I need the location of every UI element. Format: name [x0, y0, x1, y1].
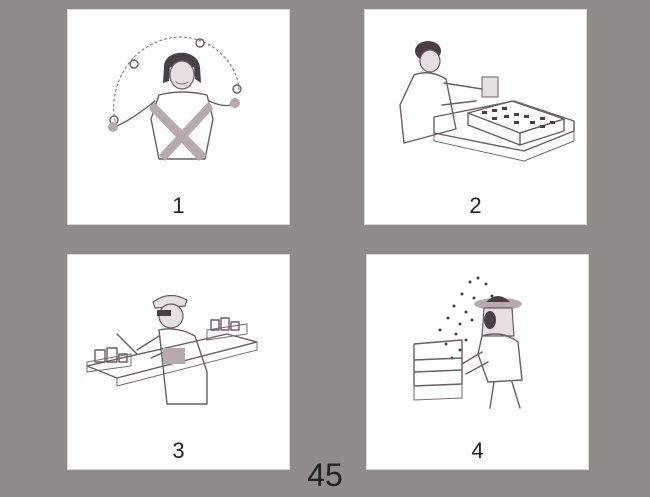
card-number: 1: [172, 193, 185, 218]
picture-card-4[interactable]: 4: [366, 254, 589, 470]
picture-card-2[interactable]: 2: [364, 9, 587, 225]
page-number: 45: [307, 457, 343, 493]
picture-card-3[interactable]: 3: [67, 254, 290, 470]
card-number: 2: [469, 193, 482, 218]
picture-card-1[interactable]: 1: [67, 9, 290, 225]
